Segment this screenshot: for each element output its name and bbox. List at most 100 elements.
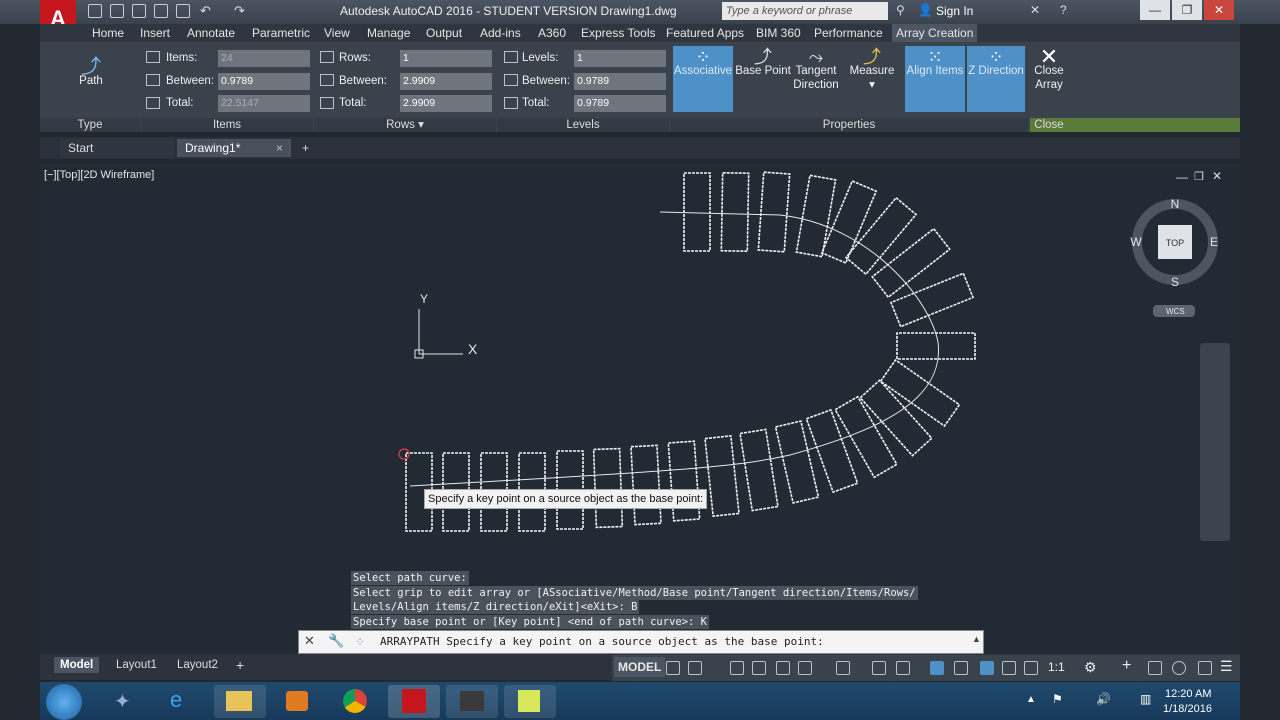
tab-layout1[interactable]: Layout1 xyxy=(110,657,163,673)
array-item[interactable] xyxy=(896,332,976,360)
z-direction-button[interactable]: ⁘ Z Direction xyxy=(967,46,1025,112)
save-as-icon[interactable] xyxy=(154,4,168,18)
hardware-acceleration-icon[interactable] xyxy=(1172,661,1186,675)
minimize-button[interactable]: — xyxy=(1140,0,1170,20)
open-file-icon[interactable] xyxy=(110,4,124,18)
tab-parametric[interactable]: Parametric xyxy=(252,24,310,42)
tab-model[interactable]: Model xyxy=(54,657,100,673)
add-tab-button[interactable]: + xyxy=(298,139,320,157)
levels-input[interactable]: 1 xyxy=(574,50,666,67)
grip-marker[interactable] xyxy=(398,448,410,460)
close-icon[interactable]: ✕ xyxy=(304,633,315,649)
viewcube[interactable]: TOP N S E W WCS xyxy=(1130,197,1218,317)
tab-featured-apps[interactable]: Featured Apps xyxy=(666,24,744,42)
sticky-notes-icon[interactable] xyxy=(504,685,556,718)
tab-bim-360[interactable]: BIM 360 xyxy=(756,24,801,42)
internet-explorer-icon[interactable]: e xyxy=(156,685,208,718)
chrome-icon[interactable] xyxy=(330,685,382,718)
tab-output[interactable]: Output xyxy=(426,24,462,42)
tangent-direction-button[interactable]: ⤳ Tangent Direction xyxy=(792,48,840,92)
infer-constraints-icon[interactable] xyxy=(730,661,744,675)
add-layout-button[interactable]: + xyxy=(230,657,250,673)
auto-scale-icon[interactable] xyxy=(1002,661,1016,675)
exchange-icon[interactable]: ✕ xyxy=(1030,3,1040,17)
search-input[interactable]: Type a keyword or phrase xyxy=(722,2,888,20)
annotation-visibility-icon[interactable] xyxy=(980,661,994,675)
levels-total-input[interactable]: 0.9789 xyxy=(574,95,666,112)
scale-selector[interactable]: 1:1 xyxy=(1048,660,1065,674)
array-item[interactable] xyxy=(739,428,779,512)
restore-button[interactable]: ❐ xyxy=(1172,0,1202,20)
3d-osnap-icon[interactable] xyxy=(954,661,968,675)
tab-start[interactable]: Start xyxy=(60,139,174,157)
rows-input[interactable]: 1 xyxy=(400,50,492,67)
sign-in-button[interactable]: Sign In xyxy=(936,4,973,18)
polar-tracking-icon[interactable] xyxy=(798,661,812,675)
file-explorer-icon[interactable] xyxy=(214,685,266,718)
levels-between-input[interactable]: 0.9789 xyxy=(574,73,666,90)
compass-north[interactable]: N xyxy=(1171,197,1180,211)
close-tab-icon[interactable]: × xyxy=(276,139,283,157)
network-icon[interactable]: ▥ xyxy=(1140,692,1151,706)
save-icon[interactable] xyxy=(132,4,146,18)
object-snap-tracking-icon[interactable] xyxy=(836,661,850,675)
array-item[interactable] xyxy=(704,434,740,518)
start-button-icon[interactable] xyxy=(46,684,82,720)
camtasia-icon[interactable] xyxy=(446,685,498,718)
tab-annotate[interactable]: Annotate xyxy=(187,24,235,42)
gear-icon[interactable]: ⚙ xyxy=(1084,659,1097,676)
model-space-button[interactable]: MODEL xyxy=(614,657,666,677)
close-window-button[interactable]: ✕ xyxy=(1204,0,1234,20)
lineweight-icon[interactable] xyxy=(896,661,910,675)
tab-manage[interactable]: Manage xyxy=(367,24,410,42)
clean-screen-icon[interactable] xyxy=(1198,661,1212,675)
taskbar-app-icon[interactable]: ✦ xyxy=(98,685,150,718)
clock-time[interactable]: 12:20 AM xyxy=(1165,688,1211,700)
close-array-button[interactable]: ✕ Close Array xyxy=(1030,46,1068,92)
chevron-up-icon[interactable]: ▲ xyxy=(972,634,981,644)
associative-button[interactable]: ⁘ Associative xyxy=(673,46,733,112)
show-hidden-icons[interactable]: ▲ xyxy=(1026,694,1036,705)
media-player-icon[interactable] xyxy=(272,685,324,718)
items-input[interactable]: 24 xyxy=(218,50,310,67)
flag-icon[interactable]: ⚑ xyxy=(1052,692,1063,706)
binoculars-icon[interactable]: ⚲ xyxy=(896,3,905,17)
help-icon[interactable]: ? xyxy=(1060,3,1067,17)
array-item[interactable] xyxy=(889,272,975,328)
snap-icon[interactable] xyxy=(688,661,702,675)
compass-south[interactable]: S xyxy=(1171,275,1179,289)
volume-icon[interactable]: 🔊 xyxy=(1096,692,1111,706)
tab-home[interactable]: Home xyxy=(92,24,124,42)
clock-date[interactable]: 1/18/2016 xyxy=(1163,703,1212,715)
rows-between-input[interactable]: 2.9909 xyxy=(400,73,492,90)
rows-total-input[interactable]: 2.9909 xyxy=(400,95,492,112)
tab-express-tools[interactable]: Express Tools xyxy=(581,24,655,42)
panel-title-rows[interactable]: Rows ▾ xyxy=(314,118,496,132)
array-item[interactable] xyxy=(683,172,711,252)
tab-insert[interactable]: Insert xyxy=(140,24,170,42)
plus-icon[interactable]: + xyxy=(1122,657,1131,675)
viewcube-top-face[interactable]: TOP xyxy=(1166,238,1184,248)
annotation-scale-icon[interactable] xyxy=(1024,661,1038,675)
compass-east[interactable]: E xyxy=(1210,235,1218,249)
array-item[interactable] xyxy=(871,227,951,299)
ortho-icon[interactable] xyxy=(776,661,790,675)
user-icon[interactable]: 👤 xyxy=(918,3,933,17)
redo-icon[interactable]: ↷ xyxy=(234,3,245,19)
array-item[interactable] xyxy=(592,447,624,529)
base-point-button[interactable]: ⤴ Base Point xyxy=(735,48,791,78)
path-button[interactable]: ⤴ Path xyxy=(66,57,116,88)
tab-add-ins[interactable]: Add-ins xyxy=(480,24,521,42)
array-item[interactable] xyxy=(720,171,750,253)
array-item[interactable] xyxy=(820,179,878,265)
plot-icon[interactable] xyxy=(176,4,190,18)
grid-icon[interactable] xyxy=(666,661,680,675)
array-item[interactable] xyxy=(834,395,898,479)
selection-cycling-icon[interactable] xyxy=(930,661,944,675)
object-snap-icon[interactable] xyxy=(872,661,886,675)
tab-a360[interactable]: A360 xyxy=(538,24,566,42)
command-input[interactable]: ARRAYPATH Specify a key point on a sourc… xyxy=(380,635,824,648)
wcs-menu[interactable]: WCS xyxy=(1166,307,1185,316)
array-item[interactable] xyxy=(795,174,837,258)
wrench-icon[interactable]: 🔧 xyxy=(328,633,344,649)
